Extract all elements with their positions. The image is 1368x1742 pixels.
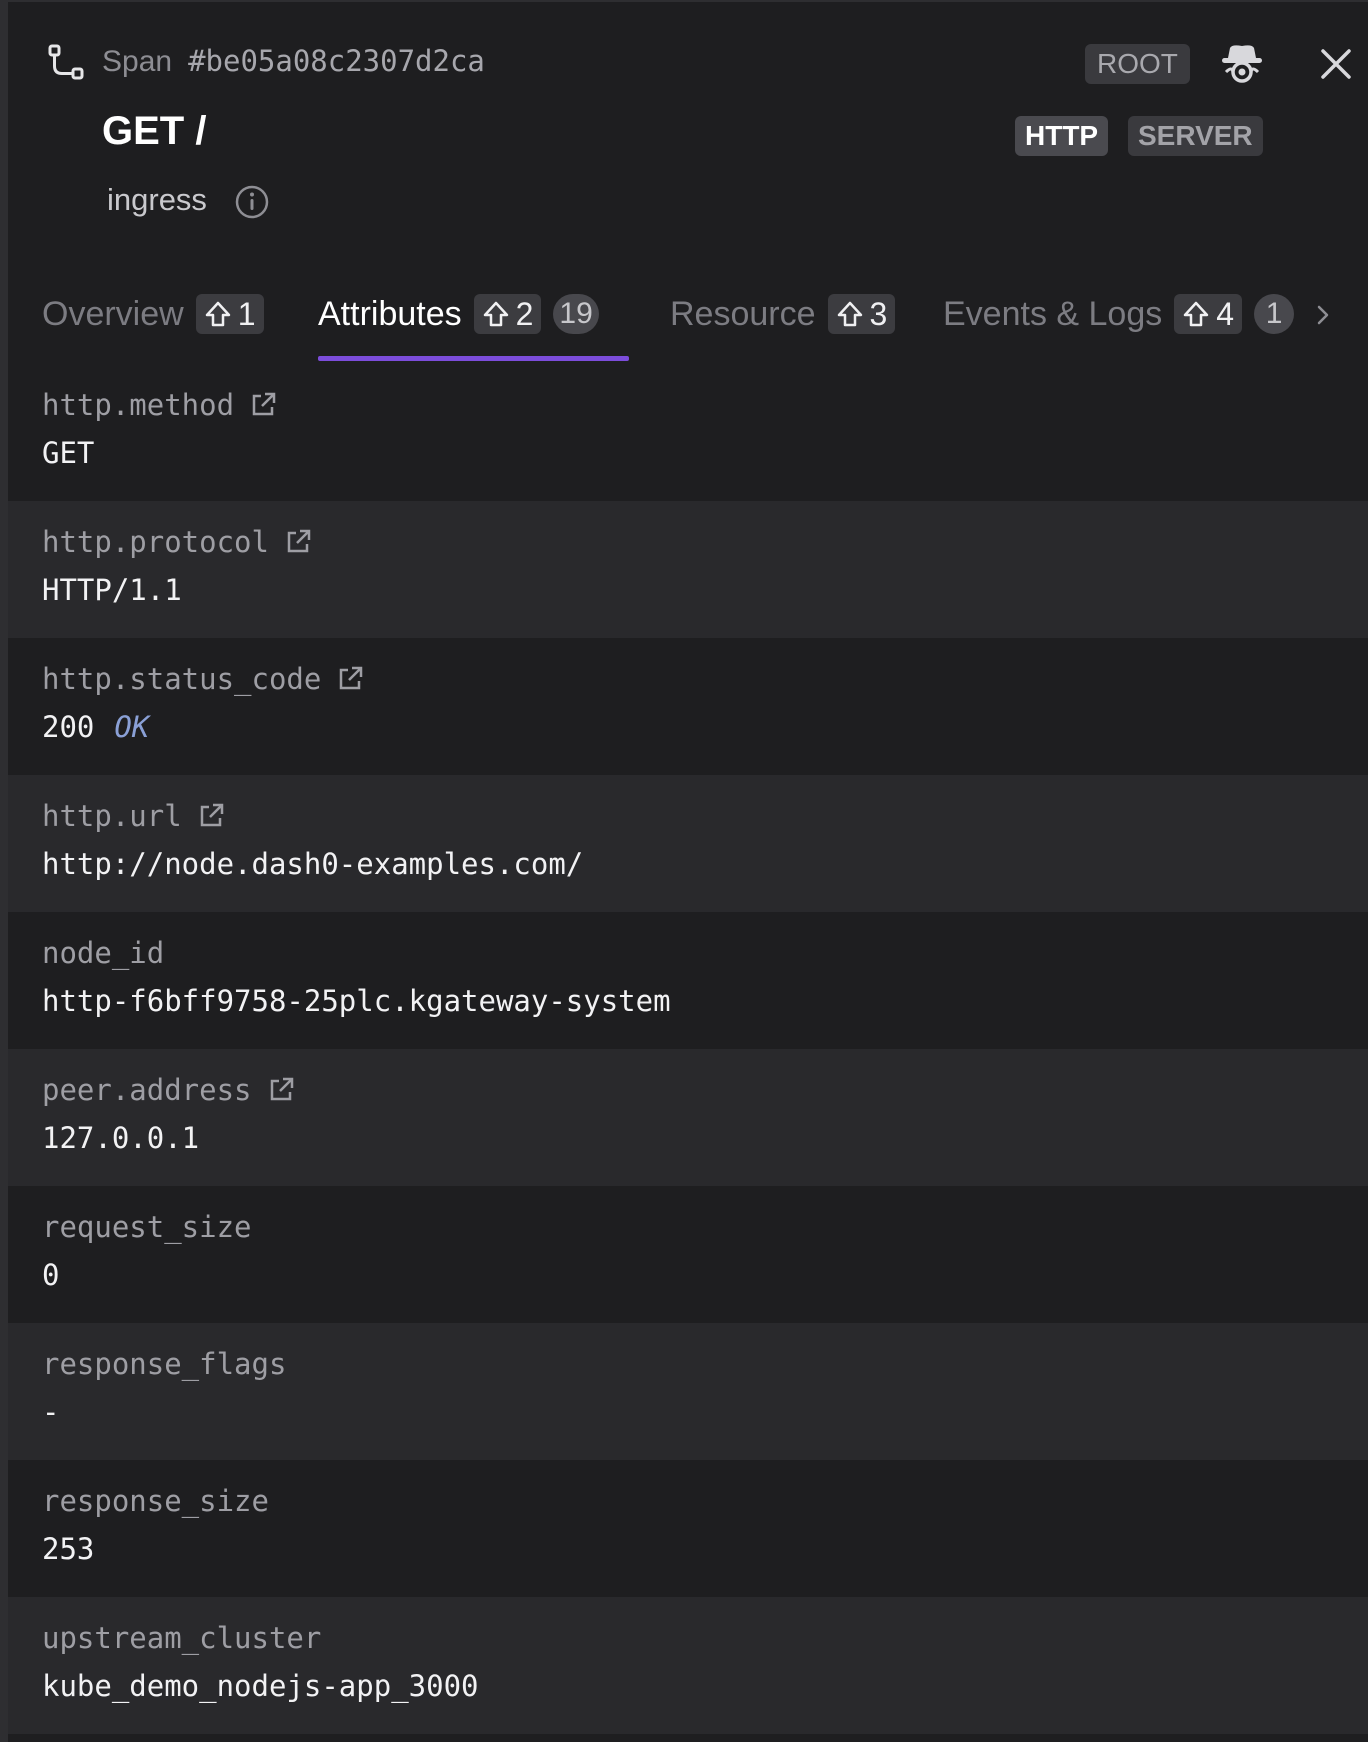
active-tab-indicator: [318, 356, 629, 361]
attribute-list: http.method GET http.protocol HTTP/1.1 h…: [8, 364, 1368, 1734]
spy-hat-icon[interactable]: [1218, 42, 1266, 86]
attribute-key[interactable]: response_flags: [42, 1347, 286, 1381]
shortcut-hint: 4: [1174, 294, 1243, 334]
shift-key-icon: [1184, 301, 1209, 327]
attribute-value[interactable]: -: [42, 1395, 59, 1429]
span-identifier: Span #be05a08c2307d2ca: [102, 44, 485, 79]
shortcut-hint: 1: [195, 294, 264, 334]
attribute-value[interactable]: 253: [42, 1532, 94, 1566]
info-icon[interactable]: [234, 184, 270, 220]
tab-resource[interactable]: Resource 3: [670, 290, 896, 338]
attribute-row: response_flags -: [8, 1323, 1368, 1460]
attribute-key[interactable]: node_id: [42, 936, 164, 970]
close-icon[interactable]: [1318, 46, 1354, 82]
span-id[interactable]: #be05a08c2307d2ca: [188, 44, 485, 78]
shift-key-icon: [837, 301, 862, 327]
span-route-icon: [48, 44, 84, 80]
tab-label: Attributes: [318, 294, 462, 333]
attribute-row: node_id http-f6bff9758-25plc.kgateway-sy…: [8, 912, 1368, 1049]
external-link-icon[interactable]: [248, 390, 278, 420]
attribute-value[interactable]: 200 OK: [42, 710, 149, 744]
shortcut-key: 2: [515, 295, 534, 332]
attribute-key[interactable]: upstream_cluster: [42, 1621, 321, 1655]
event-count-badge: 1: [1254, 294, 1295, 334]
tag-http: HTTP: [1015, 116, 1109, 156]
attribute-row: http.url http://node.dash0-examples.com/: [8, 775, 1368, 912]
attribute-row: http.status_code 200 OK: [8, 638, 1368, 775]
status-text: OK: [114, 710, 150, 744]
attribute-key[interactable]: request_size: [42, 1210, 252, 1244]
external-link-icon[interactable]: [266, 1075, 296, 1105]
attribute-value[interactable]: http-f6bff9758-25plc.kgateway-system: [42, 984, 671, 1018]
attribute-value[interactable]: kube_demo_nodejs-app_3000: [42, 1669, 479, 1703]
external-link-icon[interactable]: [283, 527, 313, 557]
attribute-value[interactable]: HTTP/1.1: [42, 573, 182, 607]
attribute-value[interactable]: 0: [42, 1258, 59, 1292]
tab-label: Overview: [42, 294, 184, 333]
external-link-icon[interactable]: [196, 801, 226, 831]
tab-events-logs[interactable]: Events & Logs 4 1: [943, 290, 1295, 338]
tag-server: SERVER: [1128, 116, 1263, 156]
chevron-right-icon[interactable]: [1308, 300, 1338, 330]
attribute-row: peer.address 127.0.0.1: [8, 1049, 1368, 1186]
attribute-value[interactable]: http://node.dash0-examples.com/: [42, 847, 583, 881]
service-name[interactable]: ingress: [107, 182, 207, 218]
root-badge: ROOT: [1085, 44, 1190, 84]
attribute-key[interactable]: http.method: [42, 388, 234, 422]
span-title: GET /: [102, 109, 207, 153]
shift-key-icon: [483, 301, 508, 327]
attribute-key[interactable]: http.protocol: [42, 525, 269, 559]
tab-overview[interactable]: Overview 1: [42, 290, 264, 338]
attribute-row: http.protocol HTTP/1.1: [8, 501, 1368, 638]
attribute-row: http.method GET: [8, 364, 1368, 501]
shortcut-key: 3: [869, 295, 888, 332]
status-code: 200: [42, 710, 95, 744]
attribute-key[interactable]: peer.address: [42, 1073, 252, 1107]
shortcut-key: 1: [237, 295, 256, 332]
tab-attributes[interactable]: Attributes 2 19: [318, 290, 599, 338]
attribute-row: response_size 253: [8, 1460, 1368, 1597]
shortcut-key: 4: [1216, 295, 1235, 332]
tab-label: Events & Logs: [943, 294, 1163, 333]
shortcut-hint: 3: [827, 294, 896, 334]
attribute-key[interactable]: http.url: [42, 799, 182, 833]
attribute-row: upstream_cluster kube_demo_nodejs-app_30…: [8, 1597, 1368, 1734]
shortcut-hint: 2: [473, 294, 542, 334]
shift-key-icon: [205, 301, 230, 327]
attribute-count-badge: 19: [553, 294, 599, 334]
external-link-icon[interactable]: [335, 664, 365, 694]
span-detail-panel: Span #be05a08c2307d2ca ROOT GET / HTTP SE…: [0, 0, 1368, 1742]
attribute-value[interactable]: GET: [42, 436, 94, 470]
tab-label: Resource: [670, 294, 816, 333]
span-label: Span: [102, 45, 173, 78]
attribute-key[interactable]: response_size: [42, 1484, 269, 1518]
attribute-key[interactable]: http.status_code: [42, 662, 321, 696]
attribute-row: request_size 0: [8, 1186, 1368, 1323]
tab-bar: Overview 1 Attributes 2 19 Resource 3 Ev…: [8, 270, 1368, 366]
attribute-value[interactable]: 127.0.0.1: [42, 1121, 199, 1155]
